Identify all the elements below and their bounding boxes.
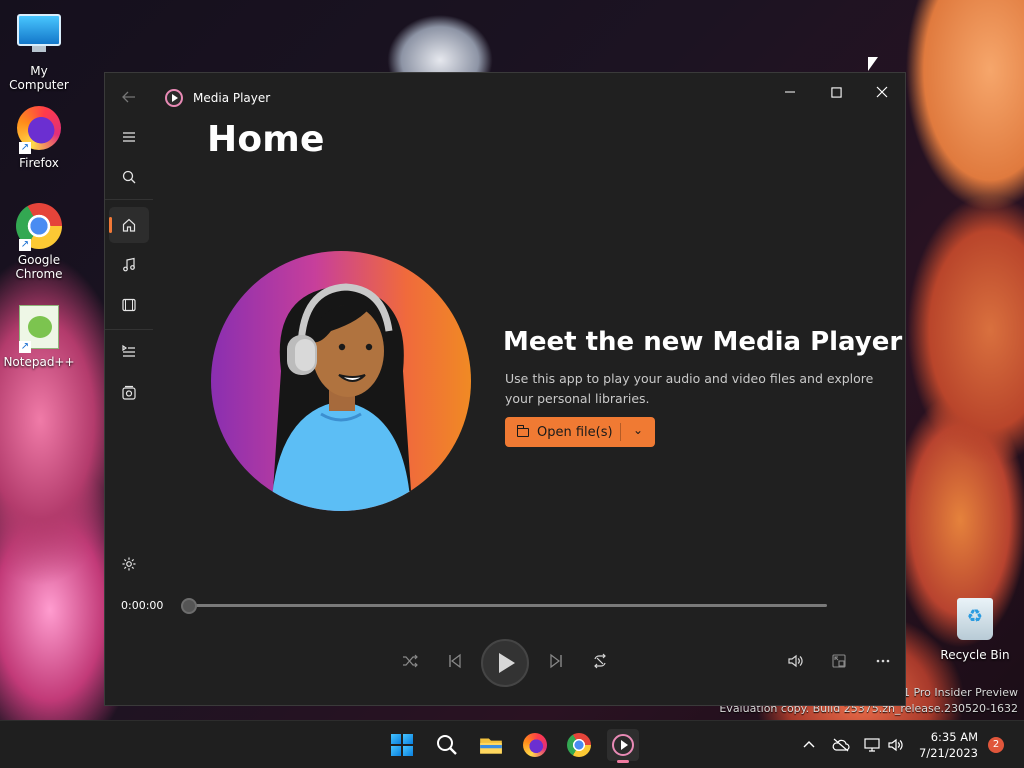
windows-logo-icon [391,734,413,756]
mini-player-icon [832,654,846,668]
desktop-icon-chrome[interactable]: ↗ Google Chrome [1,202,77,281]
close-button[interactable] [859,77,905,107]
back-button[interactable] [109,79,149,115]
previous-icon [449,653,461,669]
taskbar-file-explorer[interactable] [475,729,507,761]
video-icon [122,298,136,312]
media-player-window: Media Player Home Meet the new Media Pla… [104,72,906,706]
menu-button[interactable] [109,119,149,155]
maximize-button[interactable] [813,77,859,107]
mouse-cursor-icon [868,57,878,71]
hero-illustration [211,251,471,511]
title-bar[interactable]: Media Player [153,73,905,121]
network-status[interactable] [864,721,882,768]
open-files-button[interactable]: Open file(s) ⌄ [505,417,655,447]
chevron-up-icon [803,741,815,748]
close-icon [876,86,888,98]
volume-icon [788,654,803,668]
taskbar-media-player[interactable] [607,729,639,763]
minimize-icon [785,91,795,93]
firefox-icon: ↗ [15,106,63,154]
play-queue-icon [122,344,135,357]
search-icon [437,735,457,755]
watermark-line1: 11 Pro Insider Preview [895,686,1018,699]
volume-status[interactable] [888,721,904,768]
media-player-logo-icon [165,89,183,107]
desktop-icon-label: Firefox [19,156,59,170]
volume-button[interactable] [781,647,809,675]
clock-time: 6:35 AM [930,730,978,744]
repeat-button[interactable] [586,647,614,675]
mini-player-button[interactable] [825,647,853,675]
open-files-label: Open file(s) [537,424,613,440]
nav-playlists[interactable] [109,375,149,411]
nav-play-queue[interactable] [109,333,149,369]
desktop-icon-label: Google Chrome [15,253,63,281]
previous-button[interactable] [441,647,469,675]
minimize-button[interactable] [767,77,813,107]
music-icon [123,257,135,272]
desktop-icon-recycle-bin[interactable]: ♻ Recycle Bin [937,596,1013,662]
chevron-down-icon[interactable]: ⌄ [633,423,643,437]
next-icon [550,653,562,669]
desktop-icon-my-computer[interactable]: My Computer [1,10,77,92]
chrome-icon [567,733,591,757]
speaker-icon [888,738,903,752]
settings-button[interactable] [109,546,149,582]
search-button[interactable] [109,159,149,195]
desktop-icon-label: Recycle Bin [940,648,1010,662]
seek-thumb[interactable] [181,598,197,614]
next-button[interactable] [542,647,570,675]
notepadpp-icon: ↗ [15,305,63,353]
hero-heading: Meet the new Media Player [503,327,903,357]
nav-music[interactable] [109,247,149,283]
more-options-button[interactable] [869,647,897,675]
nav-video[interactable] [109,287,149,323]
firefox-icon [523,733,547,757]
desktop-icon-label: My Computer [9,64,69,92]
playlist-icon [122,385,136,400]
recycle-bin-icon: ♻ [951,598,999,646]
menu-icon [123,132,135,142]
more-icon [876,659,890,663]
back-arrow-icon [122,91,135,103]
cloud-offline-icon [832,738,850,752]
taskbar-clock[interactable]: 6:35 AM 7/21/2023 [919,729,978,761]
settings-icon [122,557,136,571]
hero-description: Use this app to play your audio and vide… [505,371,874,406]
page-title: Home [207,119,325,160]
folder-icon [480,738,502,754]
shuffle-icon [403,654,418,668]
folder-icon [516,424,529,437]
person-with-headphones-illustration [271,283,411,511]
taskbar-chrome[interactable] [563,729,595,761]
network-icon [864,738,880,752]
repeat-icon [594,653,606,669]
show-hidden-icons-button[interactable] [802,721,816,768]
computer-icon [15,14,63,62]
taskbar-firefox[interactable] [519,729,551,761]
play-button[interactable] [481,639,529,687]
home-icon [122,218,136,232]
desktop-icon-label: Notepad++ [3,355,75,369]
chrome-icon: ↗ [15,203,63,251]
taskbar: 6:35 AM 7/21/2023 2 [0,720,1024,768]
app-title: Media Player [193,91,271,105]
desktop-icon-notepadpp[interactable]: ↗ Notepad++ [1,303,77,369]
clock-date: 7/21/2023 [919,746,978,760]
seek-bar[interactable] [187,604,827,607]
start-button[interactable] [386,729,418,761]
nav-home[interactable] [109,207,149,243]
shuffle-button[interactable] [396,647,424,675]
maximize-icon [830,86,842,98]
search-icon [122,170,136,184]
taskbar-search-button[interactable] [431,729,463,761]
onedrive-status[interactable] [832,721,850,768]
notification-badge[interactable]: 2 [988,737,1004,753]
current-time: 0:00:00 [121,599,164,612]
media-player-icon [612,734,634,756]
desktop-icon-firefox[interactable]: ↗ Firefox [1,104,77,170]
